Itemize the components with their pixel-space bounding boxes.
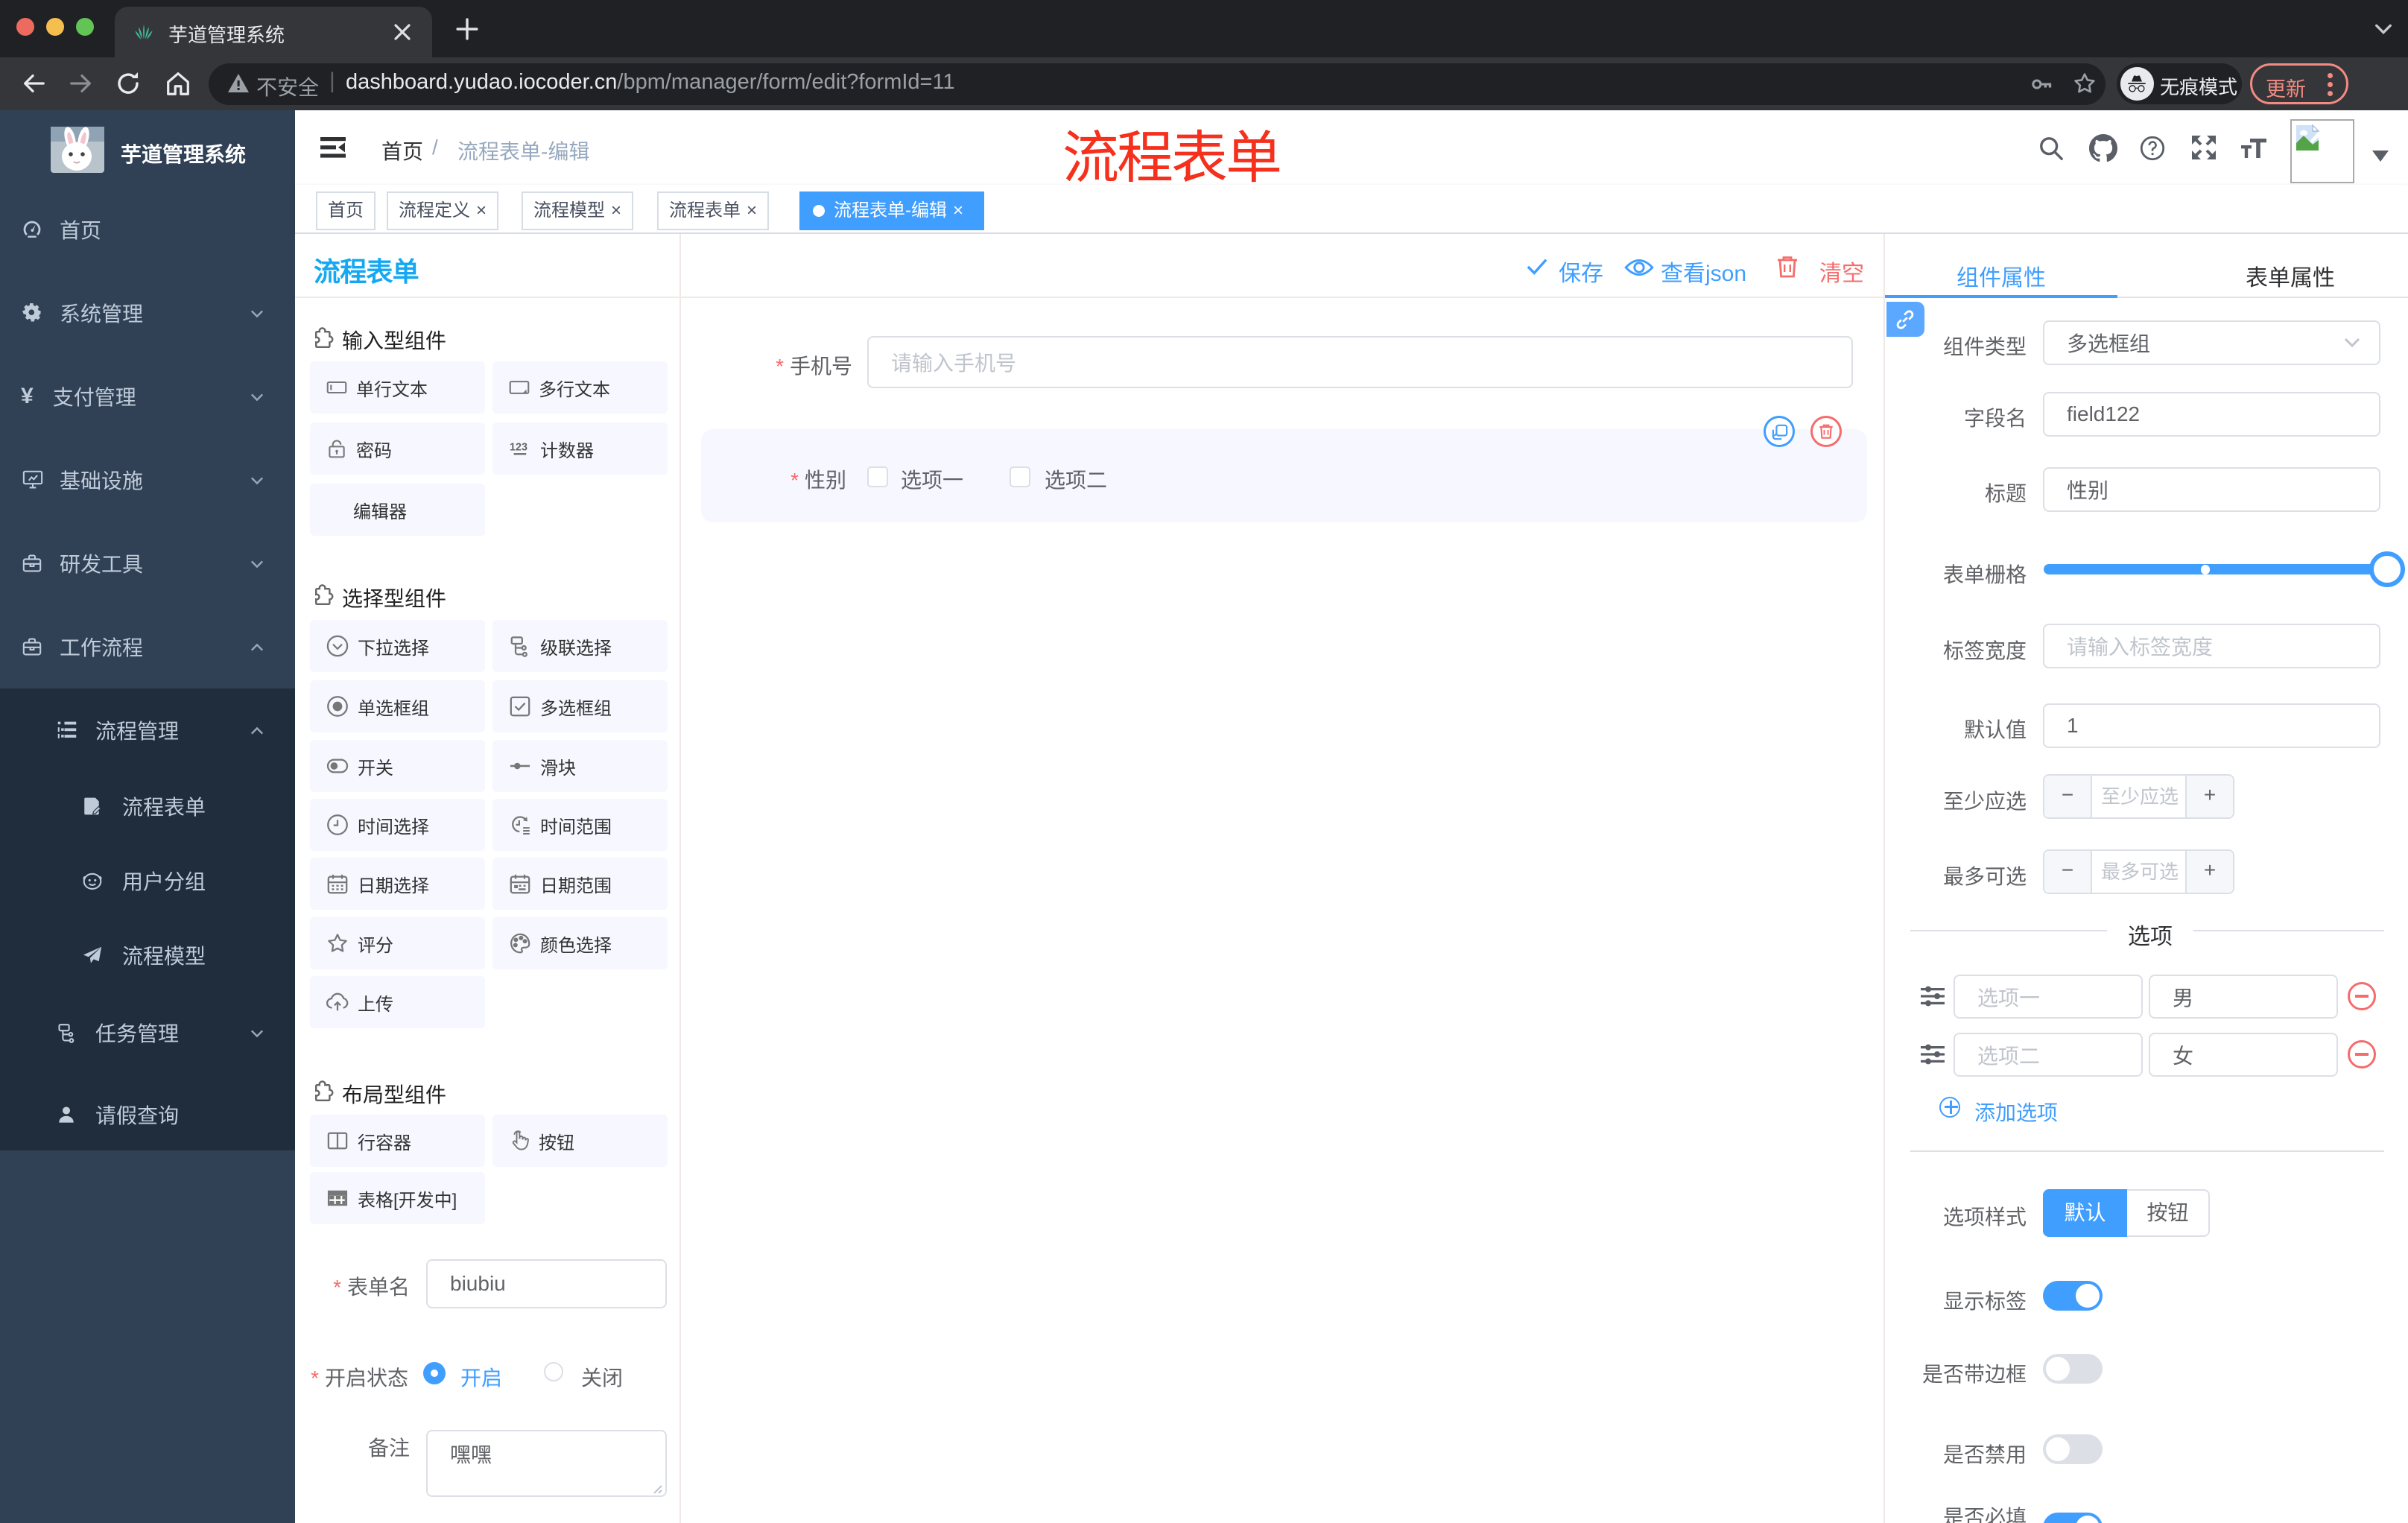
- svg-text:123: 123: [510, 442, 527, 454]
